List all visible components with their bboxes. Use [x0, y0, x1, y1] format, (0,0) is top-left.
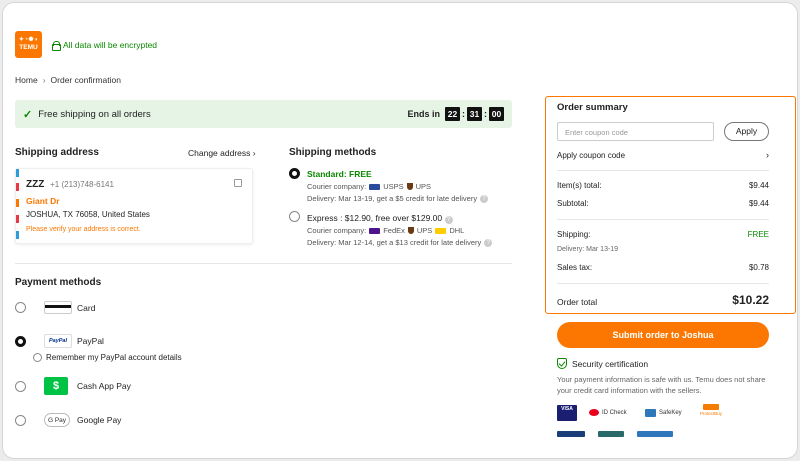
checkout-page: ✦◔✺◑ TEMU All data will be encrypted Hom…: [2, 2, 798, 459]
shipping-row: Shipping: FREE: [557, 230, 769, 239]
breadcrumb: Home › Order confirmation: [15, 75, 121, 85]
shipping-delivery: Delivery: Mar 13-19: [557, 246, 619, 253]
ends-label: Ends in: [407, 109, 440, 119]
temu-logo[interactable]: ✦◔✺◑ TEMU: [15, 31, 42, 58]
order-summary-title: Order summary: [557, 102, 628, 113]
standard-shipping-title[interactable]: Standard: FREE: [307, 169, 372, 179]
security-title: Security certification: [572, 358, 649, 369]
google-pay-icon: G Pay: [44, 413, 70, 427]
lock-icon: [52, 41, 61, 51]
payment-option-card[interactable]: Card: [15, 301, 95, 314]
id-check-badge: ID Check: [589, 409, 627, 416]
standard-couriers: Courier company: USPS UPS: [307, 182, 432, 191]
timer-hours: 22: [445, 107, 460, 121]
breadcrumb-current: Order confirmation: [50, 75, 121, 85]
breadcrumb-separator: ›: [42, 75, 46, 85]
usps-icon: [369, 183, 381, 190]
items-total-row: Item(s) total: $9.44: [557, 181, 769, 190]
sales-tax-value: $0.78: [748, 263, 769, 272]
protectbuy-badge: ProtectBuy: [700, 404, 722, 416]
help-icon[interactable]: ?: [444, 216, 453, 224]
standard-delivery: Delivery: Mar 13-19, get a $5 credit for…: [307, 194, 489, 203]
address-card[interactable]: ZZZ +1 (213)748-6141 Giant Dr JOSHUA, TX…: [15, 168, 253, 244]
safekey-badge: SafeKey: [645, 409, 682, 417]
breadcrumb-home[interactable]: Home: [15, 75, 38, 85]
visa-badge: VISA: [557, 405, 577, 421]
fedex-icon: [369, 227, 381, 234]
gpay-label: Google Pay: [77, 415, 122, 425]
remember-paypal-option[interactable]: Remember my PayPal account details: [33, 353, 182, 362]
payment-option-cashapp[interactable]: $ Cash App Pay: [15, 377, 131, 395]
chevron-right-icon: ›: [766, 150, 769, 160]
apply-coupon-button[interactable]: Apply: [724, 122, 769, 141]
address-street: Giant Dr: [26, 196, 60, 206]
recipient-phone: +1 (213)748-6141: [50, 180, 114, 189]
express-shipping-radio[interactable]: [289, 211, 300, 222]
paypal-label: PayPal: [77, 336, 104, 346]
items-total-value: $9.44: [748, 181, 769, 190]
timer-minutes: 31: [467, 107, 482, 121]
order-total-value: $10.22: [732, 293, 769, 307]
order-summary: Order summary Enter coupon code Apply Ap…: [545, 96, 796, 314]
cashapp-radio[interactable]: [15, 380, 26, 392]
cashapp-label: Cash App Pay: [77, 381, 131, 391]
banner-text: Free shipping on all orders: [38, 108, 151, 120]
dhl-icon: [435, 227, 447, 234]
credit-card-icon: [44, 301, 72, 314]
gpay-radio[interactable]: [15, 414, 26, 426]
remember-paypal-label: Remember my PayPal account details: [46, 353, 182, 362]
express-couriers: Courier company: FedEx UPS DHL: [307, 226, 465, 235]
encryption-text: All data will be encrypted: [63, 40, 158, 50]
recipient-name: ZZZ +1 (213)748-6141: [26, 179, 114, 190]
express-shipping-title[interactable]: Express : $12.90, free over $129.00 ?: [307, 213, 453, 224]
ups-icon: [406, 183, 413, 190]
order-total-label: Order total: [557, 297, 598, 307]
help-icon[interactable]: ?: [484, 238, 493, 247]
free-shipping-banner: ✓ Free shipping on all orders Ends in 22…: [15, 100, 512, 128]
shipping-methods-heading: Shipping methods: [289, 147, 377, 158]
standard-shipping-radio[interactable]: [289, 168, 300, 179]
security-description: Your payment information is safe with us…: [557, 375, 766, 395]
card-radio[interactable]: [15, 302, 26, 313]
submit-order-button[interactable]: Submit order to Joshua: [557, 322, 769, 348]
sales-tax-row: Sales tax: $0.78: [557, 263, 769, 272]
coupon-input[interactable]: Enter coupon code: [557, 122, 714, 141]
more-badges: [557, 431, 673, 437]
payment-methods-heading: Payment methods: [15, 277, 102, 288]
mastercard-icon: [589, 409, 599, 416]
shipping-address-heading: Shipping address: [15, 147, 99, 158]
subtotal-row: Subtotal: $9.44: [557, 199, 769, 208]
paypal-icon: PayPal: [44, 334, 72, 348]
timer-seconds: 00: [489, 107, 504, 121]
apply-coupon-link[interactable]: Apply coupon code ›: [557, 150, 769, 160]
security-certification: Security certification: [557, 358, 648, 369]
help-icon[interactable]: ?: [480, 194, 489, 203]
discover-icon: [703, 404, 719, 410]
card-label: Card: [77, 302, 96, 313]
section-divider: [15, 263, 512, 264]
cash-app-icon: $: [44, 377, 68, 395]
remember-paypal-radio[interactable]: [33, 353, 42, 362]
check-icon: ✓: [23, 108, 33, 121]
shipping-value: FREE: [747, 230, 769, 239]
ups-icon: [407, 227, 414, 234]
payment-option-gpay[interactable]: G Pay Google Pay: [15, 413, 121, 427]
address-city: JOSHUA, TX 76058, United States: [26, 210, 150, 219]
encryption-notice: All data will be encrypted: [52, 40, 158, 51]
express-delivery: Delivery: Mar 12-14, get a $13 credit fo…: [307, 238, 493, 247]
payment-option-paypal[interactable]: PayPal PayPal: [15, 334, 104, 348]
change-address-link[interactable]: Change address ›: [188, 148, 256, 158]
amex-icon: [645, 409, 656, 417]
countdown-timer: Ends in 22 : 31 : 00: [407, 107, 504, 121]
subtotal-value: $9.44: [748, 199, 769, 208]
address-warning: Please verify your address is correct.: [26, 226, 141, 233]
shield-check-icon: [557, 358, 567, 369]
edit-icon[interactable]: [234, 179, 242, 187]
paypal-radio[interactable]: [15, 335, 26, 347]
